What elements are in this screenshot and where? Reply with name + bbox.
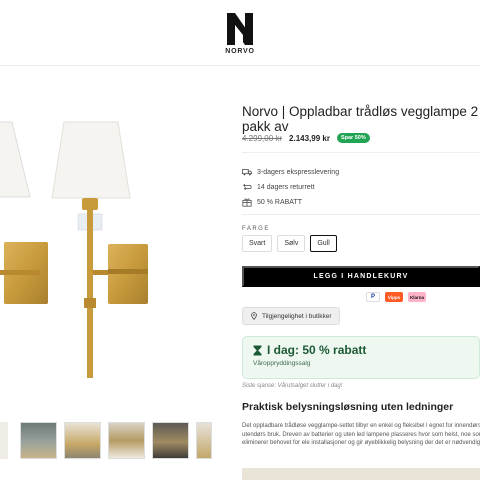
payment-methods: P Vipps Klarna	[366, 292, 426, 302]
thumbnail-2[interactable]	[64, 422, 101, 459]
thumbnail-prev-partial[interactable]	[0, 422, 8, 459]
color-selector: Svart Sølv Gull	[242, 235, 337, 252]
hourglass-icon	[253, 345, 262, 355]
color-label: FARGE	[242, 226, 270, 232]
thumbnail-3[interactable]	[108, 422, 145, 459]
paypal-icon: P	[366, 292, 380, 302]
feature-text: 3-dagers ekspresslevering	[257, 168, 340, 176]
feature-text: 50 % RABATT	[257, 198, 302, 206]
promo-subtitle: Våroppryddingssalg	[253, 360, 311, 367]
bottom-image-preview	[242, 468, 480, 480]
last-chance-note: Siste sjanse: Vårutsalget slutter i dag!	[242, 383, 343, 389]
promo-headline-text: I dag: 50 % rabatt	[267, 343, 367, 357]
product-info: Norvo | Oppladbar trådløs vegglampe 2 pa…	[242, 0, 480, 480]
thumbnail-4[interactable]	[152, 422, 189, 459]
sale-price: 2.143,99 kr	[289, 133, 330, 143]
feature-returns: 14 dagers returrett	[242, 182, 315, 192]
product-title: Norvo | Oppladbar trådløs vegglampe 2 pa…	[242, 104, 479, 134]
divider	[242, 152, 480, 153]
feature-shipping: 3-dagers ekspresslevering	[242, 167, 339, 177]
thumbnail-1[interactable]	[20, 422, 57, 459]
variant-svart[interactable]: Svart	[242, 235, 273, 252]
divider	[242, 214, 480, 215]
truck-icon	[242, 169, 252, 176]
section-heading: Praktisk belysningsløsning uten ledninge…	[242, 401, 454, 413]
store-availability-button[interactable]: Tilgjengelighet i butikker	[242, 307, 340, 325]
location-pin-icon	[251, 312, 257, 320]
vipps-icon: Vipps	[385, 292, 403, 302]
klarna-icon: Klarna	[408, 292, 426, 302]
return-icon	[243, 183, 252, 191]
discount-badge: Spar 50%	[336, 133, 370, 143]
feature-text: 14 dagers returrett	[257, 183, 315, 191]
old-price: 4.299,00 kr	[242, 133, 283, 143]
thumbnail-5-partial[interactable]	[196, 422, 212, 459]
variant-gull[interactable]: Gull	[310, 235, 337, 252]
thumbnail-strip	[0, 422, 228, 460]
variant-solv[interactable]: Sølv	[277, 235, 306, 252]
product-main-image[interactable]	[0, 102, 228, 402]
gift-icon	[242, 198, 252, 207]
product-description: Det oppladbare trådløse vegglampe-settet…	[242, 423, 480, 446]
feature-discount: 50 % RABATT	[242, 197, 302, 207]
promo-headline: I dag: 50 % rabatt	[253, 343, 469, 357]
store-availability-label: Tilgjengelighet i butikker	[262, 312, 332, 320]
price-row: 4.299,00 kr 2.143,99 kr Spar 50%	[242, 133, 370, 143]
add-to-cart-button[interactable]: LEGG I HANDLEKURV	[242, 266, 480, 287]
wall-lamp-illustration	[0, 121, 148, 378]
promo-banner: I dag: 50 % rabatt Våroppryddingssalg	[242, 336, 480, 379]
